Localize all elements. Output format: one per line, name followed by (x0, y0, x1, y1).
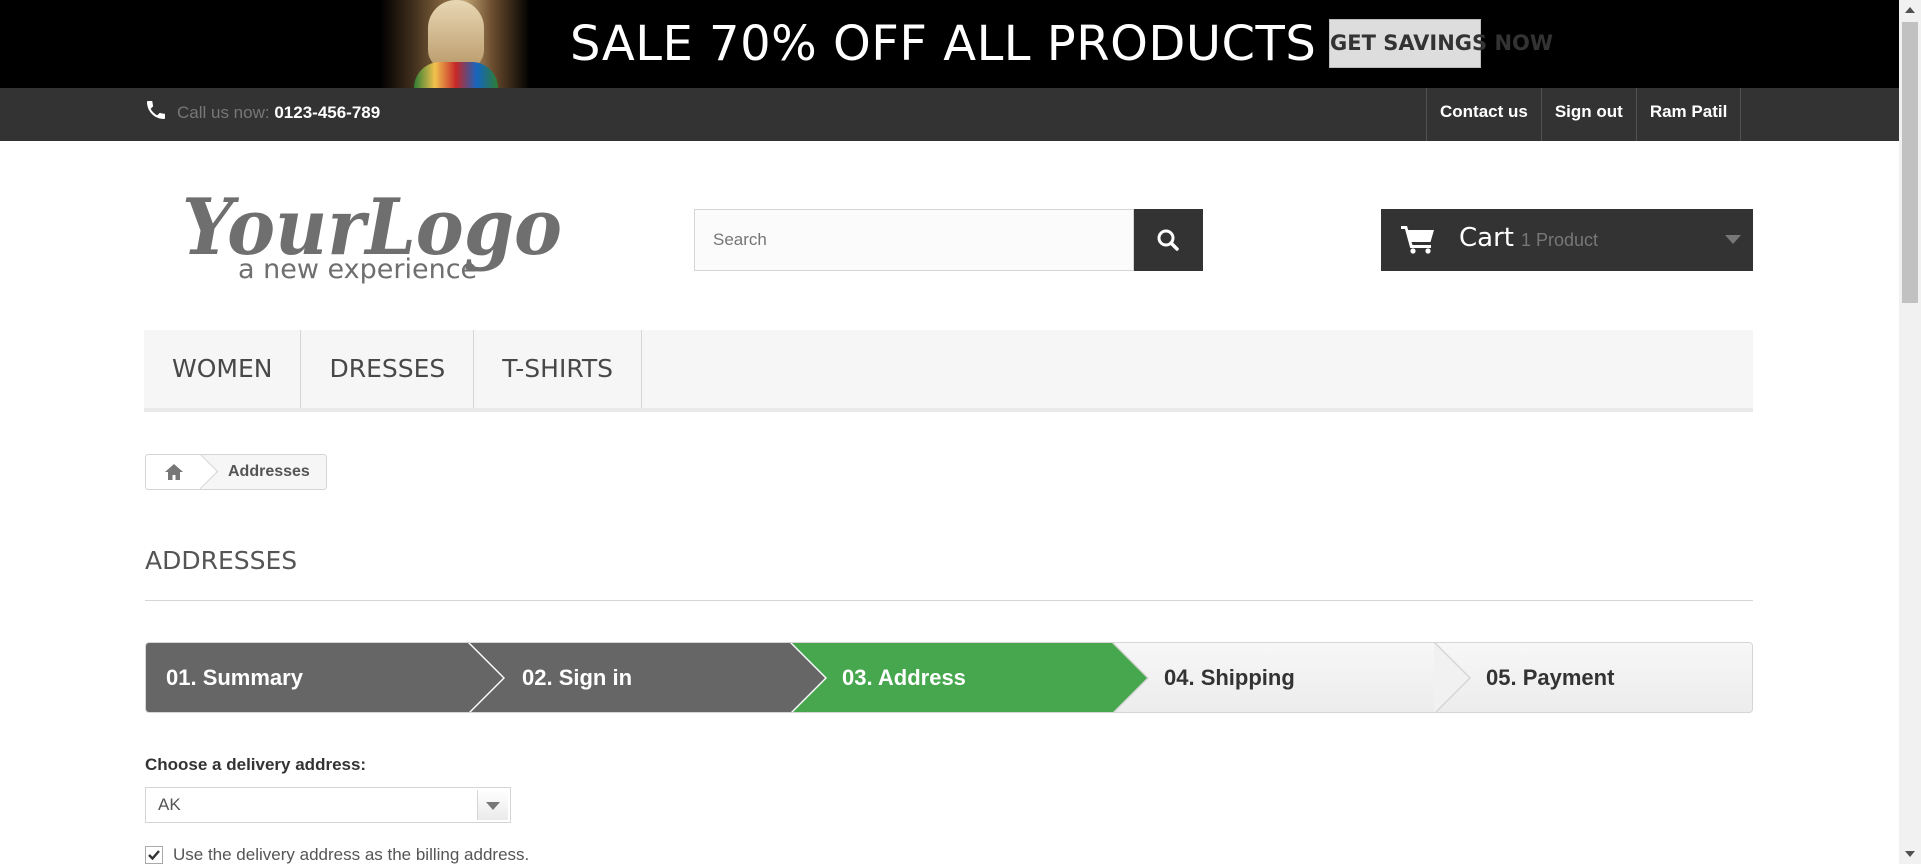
checkmark-icon (148, 850, 160, 861)
step-sign-in[interactable]: 02. Sign in (468, 643, 791, 712)
breadcrumb-home[interactable] (146, 455, 202, 489)
menu-item-women[interactable]: WOMEN (144, 330, 302, 408)
page: SALE 70% OFF ALL PRODUCTS GET SAVINGS NO… (0, 0, 1899, 864)
breadcrumb: Addresses (145, 454, 327, 490)
search-bar (694, 209, 1203, 271)
account-name-link[interactable]: Ram Patil (1637, 88, 1742, 141)
chevron-down-icon[interactable] (477, 790, 508, 820)
promo-banner[interactable]: SALE 70% OFF ALL PRODUCTS GET SAVINGS NO… (0, 0, 1899, 88)
phone-number: 0123-456-789 (274, 103, 381, 122)
main-menu: WOMEN DRESSES T-SHIRTS (144, 330, 1753, 412)
cart-button[interactable]: Cart 1 Product (1381, 209, 1753, 271)
heading-divider (145, 600, 1753, 601)
cart-dropdown-icon[interactable] (1725, 235, 1741, 244)
delivery-address-select[interactable]: AK (145, 787, 511, 823)
breadcrumb-current: Addresses (228, 463, 310, 480)
banner-model-image (380, 0, 530, 88)
checkout-steps: 01. Summary 02. Sign in 03. Address 04. … (145, 642, 1753, 713)
scrollbar-thumb[interactable] (1902, 22, 1918, 303)
cart-icon (1401, 226, 1434, 254)
sign-out-link[interactable]: Sign out (1542, 88, 1637, 141)
phone-icon (147, 101, 165, 119)
call-us-text: Call us now: 0123-456-789 (177, 102, 380, 124)
scroll-down-icon[interactable] (1899, 844, 1921, 864)
billing-same-label: Use the delivery address as the billing … (173, 845, 530, 864)
site-logo[interactable]: YourLogo a new experience (180, 170, 565, 285)
banner-headline: SALE 70% OFF ALL PRODUCTS (570, 16, 1317, 72)
page-title: Addresses (145, 546, 298, 575)
cart-quantity: 1 Product (1521, 230, 1599, 250)
step-sign-in-label: 02. Sign in (522, 665, 633, 690)
call-us-label: Call us now: (177, 103, 270, 122)
step-address: 03. Address (790, 643, 1113, 712)
billing-same-checkbox[interactable] (145, 846, 163, 864)
step-shipping: 04. Shipping (1112, 643, 1434, 712)
cart-label: Cart (1459, 223, 1514, 253)
contact-us-link[interactable]: Contact us (1427, 88, 1542, 141)
step-summary[interactable]: 01. Summary (146, 643, 470, 712)
menu-item-dresses[interactable]: DRESSES (301, 330, 475, 408)
billing-same-row: Use the delivery address as the billing … (145, 845, 529, 864)
search-input[interactable] (694, 209, 1134, 271)
step-address-label: 03. Address (842, 665, 966, 690)
get-savings-button[interactable]: GET SAVINGS NOW (1329, 19, 1553, 68)
step-payment: 05. Payment (1434, 643, 1752, 712)
delivery-address-value: AK (158, 795, 181, 814)
step-payment-label: 05. Payment (1486, 665, 1615, 690)
logo-tagline: a new experience (238, 254, 477, 285)
account-nav: Contact us Sign out Ram Patil (1426, 88, 1742, 141)
search-icon (1157, 229, 1179, 251)
page-scrollbar[interactable] (1899, 0, 1921, 864)
delivery-address-label: Choose a delivery address: (145, 755, 367, 774)
home-icon (165, 464, 183, 480)
step-shipping-label: 04. Shipping (1164, 665, 1295, 690)
step-summary-label: 01. Summary (166, 665, 303, 690)
scroll-up-icon[interactable] (1899, 0, 1921, 20)
menu-item-t-shirts[interactable]: T-SHIRTS (474, 330, 643, 408)
search-button[interactable] (1134, 209, 1203, 271)
